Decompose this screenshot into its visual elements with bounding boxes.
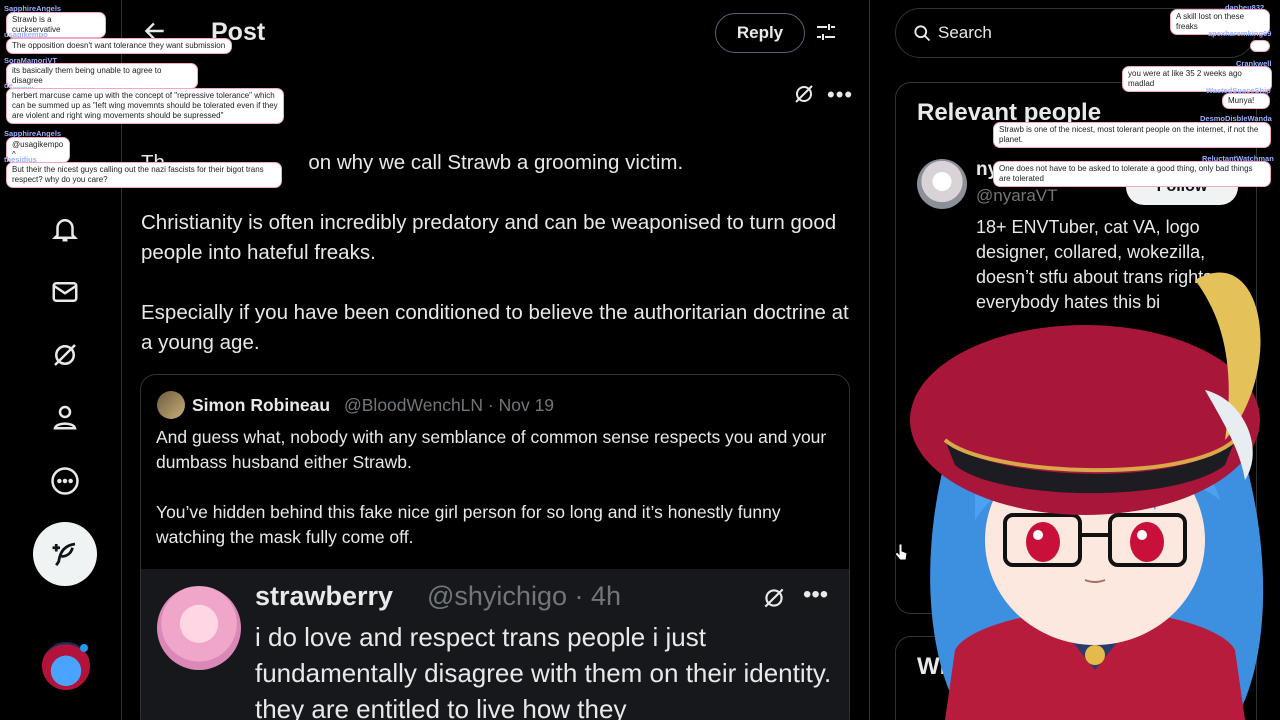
relevant-person-avatar[interactable] <box>917 159 967 209</box>
chat-message: The opposition doesn't want tolerance th… <box>6 38 232 54</box>
search-placeholder: Search <box>938 23 992 42</box>
quote-author-handle: @BloodWenchLN · Nov 19 <box>344 395 555 415</box>
notifications-icon[interactable] <box>40 204 90 254</box>
messages-icon[interactable] <box>40 267 90 317</box>
post-paragraph-1-end: on why we call Strawb a grooming victim. <box>308 151 684 174</box>
settings-sliders-icon[interactable] <box>814 20 840 46</box>
grok-icon[interactable] <box>761 585 787 611</box>
post-paragraph-3: Especially if you have been conditioned … <box>141 301 849 354</box>
relevant-person-handle: @nyaraVT <box>976 186 1058 205</box>
reply-author-handle: @shyichigo · 4h <box>427 581 621 611</box>
reply-avatar[interactable] <box>157 586 241 670</box>
vtuber-avatar-overlay <box>910 272 1264 720</box>
account-avatar[interactable] <box>40 640 92 692</box>
reply-author-name[interactable]: strawberry <box>255 581 393 612</box>
chat-message <box>1250 40 1270 52</box>
profile-icon[interactable] <box>40 392 90 442</box>
chat-message: Strawb is one of the nicest, most tolera… <box>993 122 1271 148</box>
compose-post-button[interactable] <box>33 522 97 586</box>
chat-message: its basically them being unable to agree… <box>6 63 198 89</box>
more-options-icon[interactable] <box>40 456 90 506</box>
quote-avatar[interactable] <box>157 391 185 419</box>
grok-icon[interactable] <box>792 82 816 106</box>
more-dots-icon[interactable]: ••• <box>827 82 853 108</box>
chat-message: herbert marcuse came up with the concept… <box>6 88 284 124</box>
quote-author-name[interactable]: Simon Robineau <box>192 395 330 416</box>
quote-text-1: And guess what, nobody with any semblanc… <box>156 427 827 472</box>
chat-message: Munya! <box>1222 93 1270 109</box>
reply-text: i do love and respect trans people i jus… <box>255 622 832 720</box>
more-dots-icon[interactable]: ••• <box>803 581 828 609</box>
chat-message: But their the nicest guys calling out th… <box>6 162 282 188</box>
quote-text-2: You’ve hidden behind this fake nice girl… <box>156 502 781 547</box>
chat-message: One does not have to be asked to tolerat… <box>993 161 1271 187</box>
quoted-post[interactable]: Simon Robineau @BloodWenchLN · Nov 19 An… <box>140 374 850 720</box>
reply-post[interactable]: strawberry @shyichigo · 4h ••• i do love… <box>141 569 849 720</box>
search-icon <box>912 23 934 45</box>
grok-icon[interactable] <box>40 330 90 380</box>
feather-plus-icon <box>52 542 76 567</box>
chat-username: apexharemking69 <box>1208 29 1272 38</box>
reply-button[interactable]: Reply <box>715 13 805 53</box>
hand-cursor-icon <box>894 543 908 561</box>
post-paragraph-2: Christianity is often incredibly predato… <box>141 211 837 264</box>
